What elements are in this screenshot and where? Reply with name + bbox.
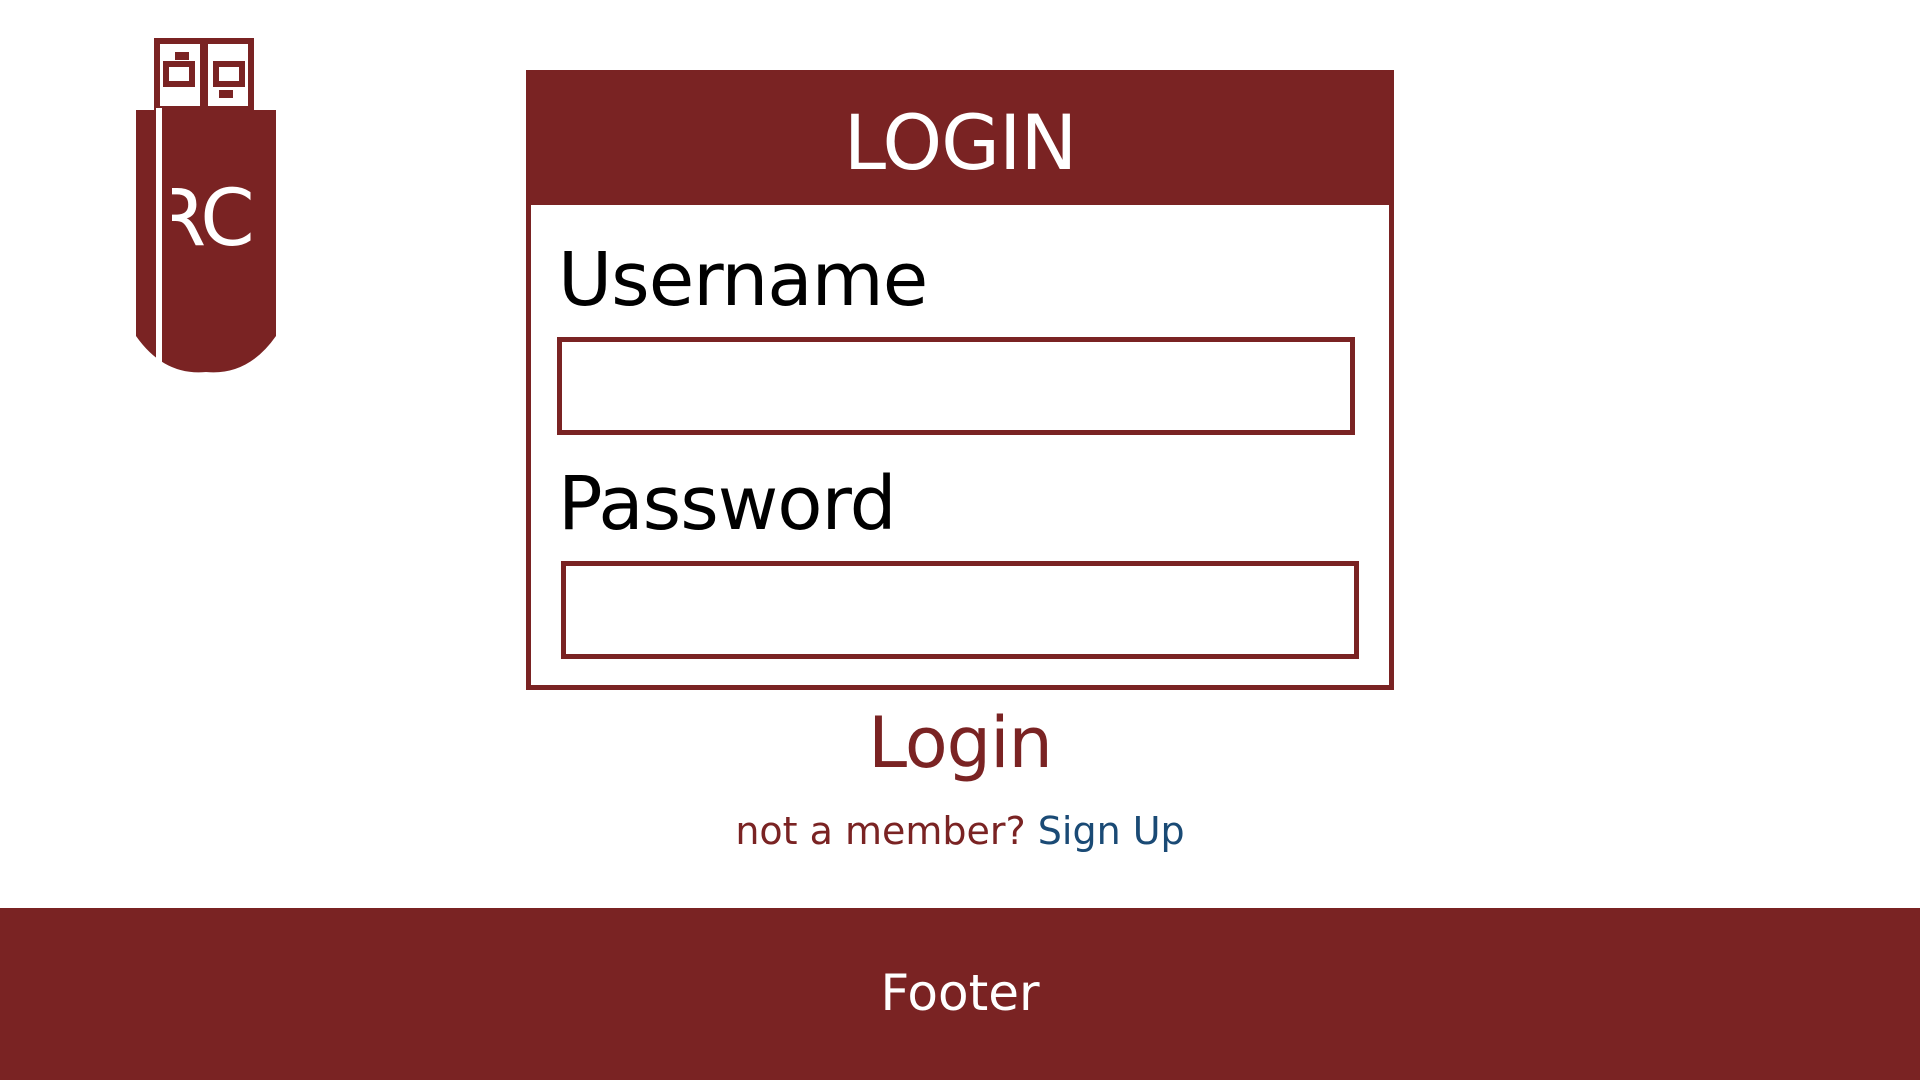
password-label: Password <box>558 461 897 547</box>
login-card: LOGIN Username Password <box>526 70 1394 690</box>
password-input[interactable] <box>561 561 1359 659</box>
member-prompt-text: not a member? <box>735 809 1038 853</box>
member-prompt-line: not a member? Sign Up <box>560 812 1360 850</box>
username-input[interactable] <box>557 337 1355 435</box>
logo[interactable]: RC <box>132 38 280 376</box>
login-card-header: LOGIN <box>531 75 1389 205</box>
footer-text: Footer <box>880 964 1040 1022</box>
footer: Footer <box>0 908 1920 1080</box>
login-title: LOGIN <box>843 98 1078 187</box>
username-label: Username <box>558 237 928 323</box>
logo-text: RC <box>152 174 255 264</box>
login-page: RC LOGIN Username Password Login not a m… <box>0 0 1920 1080</box>
login-button[interactable]: Login <box>760 708 1160 778</box>
signup-link[interactable]: Sign Up <box>1038 809 1185 853</box>
